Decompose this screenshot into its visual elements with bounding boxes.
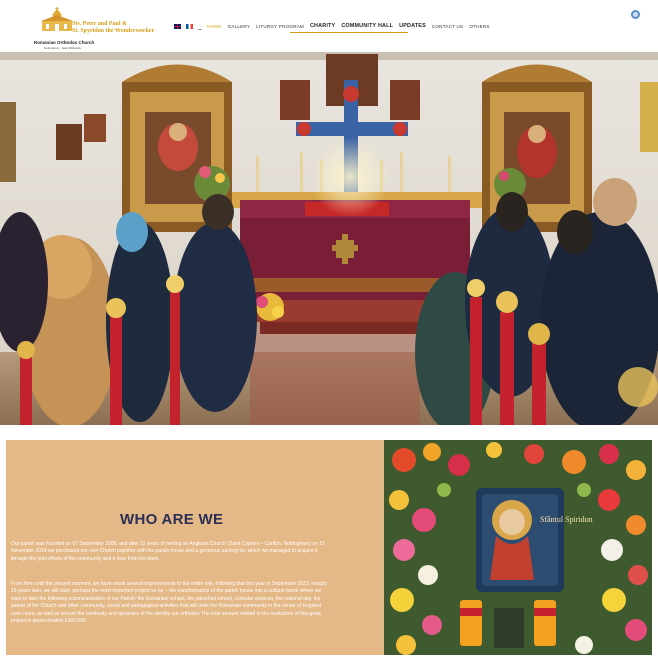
logo-title-line2: St. Spyridon the Wonderworker bbox=[72, 28, 155, 34]
site-header: Sts. Peter and Paul & St. Spyridon the W… bbox=[0, 0, 658, 50]
nav-liturgy-program[interactable]: LITURGY PROGRAM bbox=[256, 24, 304, 29]
nav-updates[interactable]: UPDATES bbox=[399, 23, 426, 29]
about-section: WHO ARE WE Our parish was founded on 07 … bbox=[6, 440, 652, 655]
site-logo[interactable]: Sts. Peter and Paul & St. Spyridon the W… bbox=[32, 5, 155, 50]
nav-highlight-underline bbox=[290, 32, 408, 33]
church-interior-illustration bbox=[0, 52, 658, 425]
nav-contact-us[interactable]: CONTACT US bbox=[432, 24, 463, 29]
about-title: WHO ARE WE bbox=[120, 511, 224, 528]
about-paragraph-1: Our parish was founded on 07 September 2… bbox=[11, 541, 325, 562]
search-icon[interactable] bbox=[631, 10, 640, 19]
logo-title-line1: Sts. Peter and Paul & bbox=[72, 21, 128, 27]
icon-caption: Sfântul Spiridon bbox=[540, 515, 593, 524]
nav-community-hall[interactable]: COMMUNITY HALL bbox=[341, 23, 393, 29]
hero-church-photo bbox=[0, 52, 658, 425]
uk-flag-icon[interactable] bbox=[174, 23, 181, 29]
flowers-icon-illustration: Sfântul Spiridon bbox=[384, 440, 652, 655]
nav-gallery[interactable]: GALLERY bbox=[228, 24, 251, 29]
saint-spyridon-icon-photo: Sfântul Spiridon bbox=[384, 440, 652, 655]
logo-location: Nottingham · East Midlands bbox=[44, 46, 81, 50]
nav-home[interactable]: HOME bbox=[207, 24, 222, 29]
about-paragraph-2: From then until the present moment, we h… bbox=[11, 581, 327, 625]
ro-flag-icon[interactable] bbox=[198, 28, 202, 30]
nav-charity[interactable]: CHARITY bbox=[310, 23, 335, 29]
church-emblem-icon bbox=[41, 7, 73, 31]
fr-flag-icon[interactable] bbox=[186, 23, 193, 29]
nav-others[interactable]: OTHERS bbox=[469, 24, 489, 29]
logo-subtitle: Romanian Orthodox Church bbox=[34, 40, 95, 45]
